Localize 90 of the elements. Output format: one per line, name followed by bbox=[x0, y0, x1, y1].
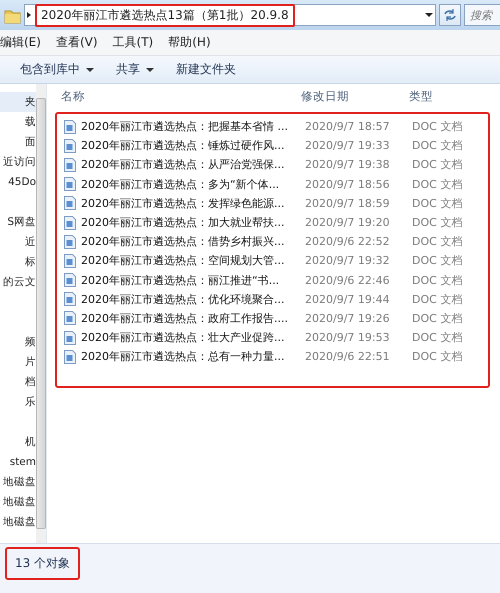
toolbar-button[interactable]: 包含到库中 bbox=[20, 59, 94, 80]
refresh-button[interactable] bbox=[439, 4, 461, 26]
refresh-icon bbox=[442, 7, 458, 23]
file-name[interactable]: 2020年丽江市遴选热点：政府工作报告.... bbox=[81, 310, 305, 326]
nav-item[interactable]: 地磁盘 bbox=[0, 492, 36, 512]
modified-date: 2020/9/7 19:20 bbox=[305, 216, 391, 230]
nav-item[interactable]: 面 bbox=[0, 132, 36, 152]
file-type: DOC 文档 bbox=[412, 196, 464, 211]
menu-item[interactable]: 工具(T) bbox=[112, 32, 154, 53]
document-icon bbox=[63, 138, 77, 154]
nav-item[interactable]: 片 bbox=[0, 352, 36, 372]
document-icon bbox=[63, 156, 77, 173]
modified-date: 2020/9/7 18:56 bbox=[305, 178, 391, 191]
modified-date: 2020/9/6 22:46 bbox=[305, 274, 391, 287]
menu-item[interactable]: 查看(V) bbox=[56, 32, 98, 53]
file-type: DOC 文档 bbox=[412, 157, 464, 172]
nav-item[interactable]: 地磁盘 bbox=[0, 472, 36, 492]
caret-icon bbox=[86, 68, 94, 72]
chevron-icon bbox=[25, 10, 33, 20]
nav-item[interactable]: 标 bbox=[0, 252, 36, 272]
file-name[interactable]: 2020年丽江市遴选热点：壮大产业促跨... bbox=[81, 330, 305, 346]
document-icon bbox=[63, 195, 77, 212]
file-name[interactable]: 2020年丽江市遴选热点：多为“新个体... bbox=[81, 176, 305, 192]
document-icon bbox=[63, 348, 77, 365]
file-type: DOC 文档 bbox=[412, 272, 464, 288]
nav-item[interactable]: 机 bbox=[0, 432, 36, 452]
document-icon bbox=[63, 330, 77, 346]
document-icon bbox=[63, 234, 77, 250]
menu-item[interactable]: 编辑(E) bbox=[0, 32, 41, 53]
file-type: DOC 文档 bbox=[412, 330, 464, 346]
file-type: DOC 文档 bbox=[412, 138, 464, 154]
nav-item[interactable]: 夹 bbox=[0, 92, 36, 112]
modified-date: 2020/9/6 22:51 bbox=[305, 350, 391, 364]
file-name[interactable]: 2020年丽江市遴选热点：优化环境聚合... bbox=[81, 292, 305, 307]
modified-date: 2020/9/7 19:33 bbox=[305, 139, 391, 152]
file-type: DOC 文档 bbox=[412, 310, 464, 326]
modified-date: 2020/9/7 19:26 bbox=[305, 312, 391, 325]
file-type: DOC 文档 bbox=[412, 234, 464, 250]
file-name[interactable]: 2020年丽江市遴选热点：丽江推进“书... bbox=[81, 272, 305, 288]
file-type: DOC 文档 bbox=[412, 119, 464, 134]
document-icon bbox=[63, 214, 77, 231]
nav-item[interactable]: 45Do bbox=[0, 172, 36, 192]
file-type: DOC 文档 bbox=[412, 253, 464, 268]
document-icon bbox=[63, 252, 77, 269]
nav-item[interactable]: 近 bbox=[0, 232, 36, 252]
nav-item[interactable]: stem bbox=[0, 452, 36, 472]
scrollbar[interactable] bbox=[36, 84, 46, 543]
column-header[interactable]: 类型 bbox=[409, 88, 489, 104]
nav-item[interactable]: 的云文 bbox=[0, 272, 36, 292]
file-name[interactable]: 2020年丽江市遴选热点：加大就业帮扶... bbox=[81, 215, 305, 230]
file-type: DOC 文档 bbox=[412, 292, 464, 307]
file-type: DOC 文档 bbox=[412, 176, 464, 192]
modified-date: 2020/9/7 18:59 bbox=[305, 196, 391, 210]
modified-date: 2020/9/7 19:44 bbox=[305, 292, 391, 306]
nav-item[interactable]: 近访问 bbox=[0, 152, 36, 172]
document-icon bbox=[63, 272, 77, 288]
file-type: DOC 文档 bbox=[412, 349, 464, 364]
status-text: 13 个对象 bbox=[5, 547, 80, 580]
nav-item[interactable]: 频 bbox=[0, 332, 36, 352]
file-name[interactable]: 2020年丽江市遴选热点：锤炼过硬作风... bbox=[81, 138, 305, 154]
file-name[interactable]: 2020年丽江市遴选热点：空间规划大管... bbox=[81, 253, 305, 268]
menu-item[interactable]: 帮助(H) bbox=[168, 32, 211, 53]
document-icon bbox=[63, 310, 77, 326]
nav-item[interactable]: S网盘 bbox=[0, 212, 36, 232]
document-icon bbox=[63, 176, 77, 192]
nav-item[interactable]: 乐 bbox=[0, 392, 36, 412]
modified-date: 2020/9/7 19:53 bbox=[305, 331, 391, 344]
dropdown-icon bbox=[423, 11, 435, 19]
file-name[interactable]: 2020年丽江市遴选热点：借势乡村振兴... bbox=[81, 234, 305, 250]
document-icon bbox=[63, 118, 77, 135]
address-path[interactable]: 2020年丽江市遴选热点13篇（第1批）20.9.8 bbox=[35, 4, 295, 26]
file-name[interactable]: 2020年丽江市遴选热点：总有一种力量... bbox=[81, 349, 305, 364]
nav-item[interactable]: 地磁盘 bbox=[0, 512, 36, 532]
column-header[interactable]: 修改日期 bbox=[301, 88, 409, 104]
file-name[interactable]: 2020年丽江市遴选热点：把握基本省情 ... bbox=[81, 119, 305, 134]
column-header[interactable]: 名称 bbox=[61, 88, 301, 104]
file-type: DOC 文档 bbox=[412, 215, 464, 230]
modified-date: 2020/9/7 19:32 bbox=[305, 254, 391, 268]
file-name[interactable]: 2020年丽江市遴选热点：发挥绿色能源... bbox=[81, 196, 305, 211]
modified-date: 2020/9/7 18:57 bbox=[305, 120, 391, 134]
toolbar-button[interactable]: 共享 bbox=[116, 59, 154, 80]
toolbar-button[interactable]: 新建文件夹 bbox=[176, 59, 236, 80]
modified-date: 2020/9/6 22:52 bbox=[305, 235, 391, 248]
caret-icon bbox=[146, 68, 154, 72]
file-name[interactable]: 2020年丽江市遴选热点：从严治党强保... bbox=[81, 157, 305, 172]
nav-item[interactable]: 档 bbox=[0, 372, 36, 392]
nav-item[interactable]: 载 bbox=[0, 112, 36, 132]
modified-date: 2020/9/7 19:38 bbox=[305, 158, 391, 172]
search-field[interactable]: 搜索 bbox=[464, 4, 500, 26]
document-icon bbox=[63, 291, 77, 308]
